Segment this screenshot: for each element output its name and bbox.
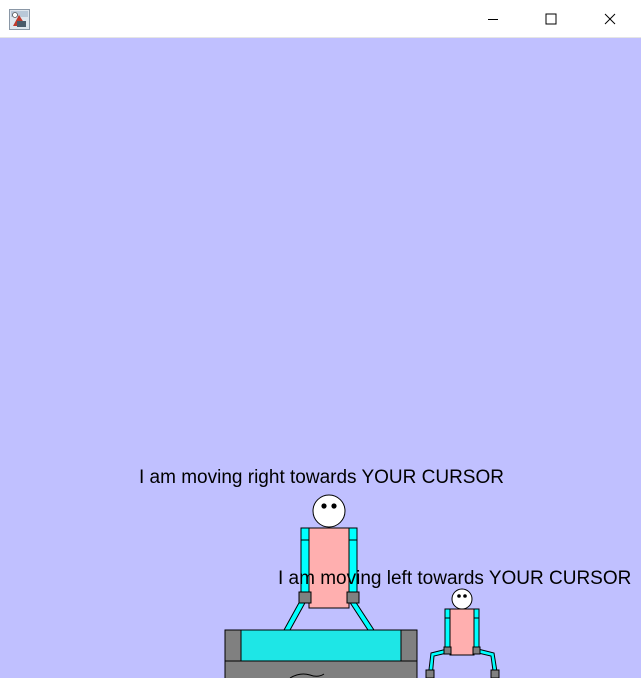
game-canvas[interactable]: I am moving right towards YOUR CURSOR I …	[0, 38, 641, 678]
app-window: I am moving right towards YOUR CURSOR I …	[0, 0, 641, 678]
title-bar[interactable]	[0, 0, 641, 38]
close-button[interactable]	[581, 0, 639, 38]
left-eye	[321, 503, 327, 509]
maximize-icon	[545, 13, 557, 25]
close-icon	[604, 13, 616, 25]
left-eye-small	[457, 594, 461, 598]
left-hand-small	[443, 646, 452, 655]
minimize-button[interactable]	[464, 0, 522, 38]
right-hand-small	[472, 646, 481, 655]
platform	[224, 629, 418, 678]
platform-top	[240, 629, 402, 662]
right-leg	[348, 600, 375, 631]
torso-small	[449, 608, 475, 656]
left-leg	[283, 600, 307, 631]
character-large	[283, 494, 375, 631]
head-small	[451, 588, 473, 610]
java-app-icon[interactable]	[9, 9, 30, 30]
minimize-icon	[488, 19, 498, 20]
speech-text-small: I am moving left towards YOUR CURSOR	[278, 568, 632, 589]
left-hand	[298, 591, 312, 604]
maximize-button[interactable]	[522, 0, 580, 38]
right-eye	[331, 503, 337, 509]
left-arm-small	[444, 608, 451, 650]
right-foot-small	[490, 669, 500, 678]
right-eye-small	[463, 594, 467, 598]
left-foot-small	[425, 669, 435, 678]
character-small	[425, 588, 500, 678]
right-hand	[346, 591, 360, 604]
right-arm-small	[473, 608, 480, 650]
speech-text-large: I am moving right towards YOUR CURSOR	[139, 467, 504, 488]
head	[312, 494, 346, 528]
